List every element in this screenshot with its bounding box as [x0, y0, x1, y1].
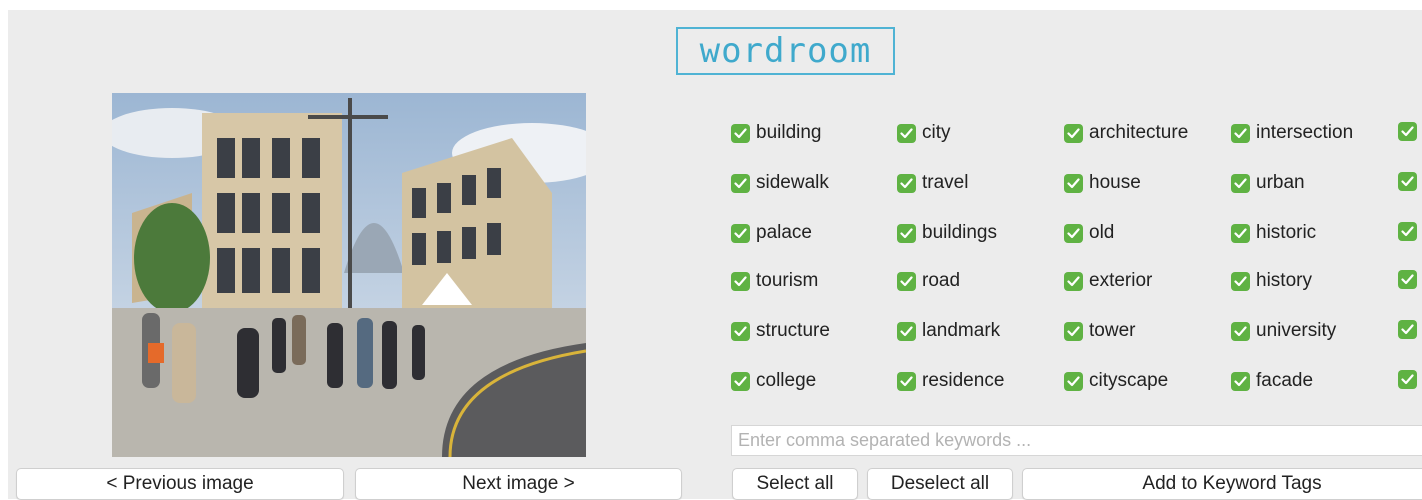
- checkmark-icon[interactable]: [1064, 371, 1083, 391]
- keyword-checkbox-item[interactable]: [1398, 320, 1422, 339]
- keyword-label: road: [922, 270, 961, 291]
- keyword-checkbox-item[interactable]: [1398, 122, 1422, 141]
- keyword-label: building: [756, 122, 822, 143]
- keyword-label: palace: [756, 222, 812, 243]
- checkmark-icon[interactable]: [1231, 123, 1250, 143]
- checkmark-icon[interactable]: [1231, 173, 1250, 193]
- keyword-checkbox-item[interactable]: architecture: [1064, 122, 1188, 144]
- keyword-checkbox-item[interactable]: facade: [1231, 370, 1313, 392]
- checkmark-icon[interactable]: [897, 371, 916, 391]
- deselect-all-button[interactable]: Deselect all: [867, 468, 1013, 500]
- keyword-label: university: [1256, 320, 1337, 341]
- keyword-checkbox-item[interactable]: intersection: [1231, 122, 1353, 144]
- keyword-checkbox-item[interactable]: history: [1231, 270, 1312, 292]
- keyword-checkbox-item[interactable]: buildings: [897, 222, 997, 244]
- checkmark-icon[interactable]: [1064, 321, 1083, 341]
- keyword-label: sidewalk: [756, 172, 829, 193]
- checkmark-icon[interactable]: [1398, 122, 1417, 141]
- keyword-label: urban: [1256, 172, 1305, 193]
- checkmark-icon[interactable]: [1398, 172, 1417, 191]
- keyword-checkbox-item[interactable]: exterior: [1064, 270, 1152, 292]
- previous-image-button[interactable]: < Previous image: [16, 468, 344, 500]
- checkmark-icon[interactable]: [1398, 320, 1417, 339]
- keyword-label: landmark: [922, 320, 1001, 341]
- keyword-label: college: [756, 370, 817, 391]
- keyword-label: house: [1089, 172, 1141, 193]
- keyword-checkbox-item[interactable]: road: [897, 270, 960, 292]
- keyword-checkbox-item[interactable]: palace: [731, 222, 812, 244]
- keyword-checkbox-item[interactable]: urban: [1231, 172, 1305, 194]
- keyword-label: historic: [1256, 222, 1317, 243]
- add-to-keyword-tags-button[interactable]: Add to Keyword Tags: [1022, 468, 1422, 500]
- checkmark-icon[interactable]: [897, 271, 916, 291]
- checkmark-icon[interactable]: [897, 173, 916, 193]
- keyword-checkbox-item[interactable]: travel: [897, 172, 968, 194]
- keyword-checkbox-item[interactable]: building: [731, 122, 822, 144]
- keywords-input[interactable]: [731, 425, 1422, 456]
- select-all-button[interactable]: Select all: [732, 468, 858, 500]
- keyword-checkbox-item[interactable]: cityscape: [1064, 370, 1168, 392]
- checkmark-icon[interactable]: [1064, 123, 1083, 143]
- keyword-label: cityscape: [1089, 370, 1169, 391]
- keyword-label: city: [922, 122, 951, 143]
- keyword-label: travel: [922, 172, 969, 193]
- keyword-checkbox-item[interactable]: structure: [731, 320, 830, 342]
- keyword-checkbox-item[interactable]: landmark: [897, 320, 1000, 342]
- keyword-label: exterior: [1089, 270, 1153, 291]
- keyword-label: facade: [1256, 370, 1314, 391]
- keyword-checkbox-item[interactable]: city: [897, 122, 951, 144]
- keyword-checkbox-item[interactable]: [1398, 172, 1422, 191]
- checkmark-icon[interactable]: [731, 321, 750, 341]
- checkmark-icon[interactable]: [1064, 223, 1083, 243]
- keyword-label: intersection: [1256, 122, 1354, 143]
- keyword-checkbox-item[interactable]: residence: [897, 370, 1004, 392]
- keyword-checkbox-item[interactable]: [1398, 270, 1422, 289]
- keyword-label: structure: [756, 320, 830, 341]
- current-image: [112, 93, 586, 457]
- keyword-checkbox-item[interactable]: historic: [1231, 222, 1316, 244]
- checkmark-icon[interactable]: [1398, 370, 1417, 389]
- keyword-label: residence: [922, 370, 1005, 391]
- keyword-checkbox-item[interactable]: college: [731, 370, 816, 392]
- keyword-checkbox-item[interactable]: sidewalk: [731, 172, 829, 194]
- checkmark-icon[interactable]: [731, 123, 750, 143]
- checkmark-icon[interactable]: [1064, 271, 1083, 291]
- app-logo: wordroom: [676, 27, 895, 75]
- keyword-checkbox-item[interactable]: [1398, 222, 1422, 241]
- checkmark-icon[interactable]: [731, 173, 750, 193]
- keyword-checkbox-item[interactable]: tourism: [731, 270, 818, 292]
- keyword-checkbox-item[interactable]: tower: [1064, 320, 1135, 342]
- keyword-checkbox-item[interactable]: house: [1064, 172, 1141, 194]
- keyword-label: architecture: [1089, 122, 1189, 143]
- keyword-label: history: [1256, 270, 1312, 291]
- keyword-checkbox-item[interactable]: university: [1231, 320, 1336, 342]
- checkmark-icon[interactable]: [731, 223, 750, 243]
- keyword-checkbox-item[interactable]: [1398, 370, 1422, 389]
- checkmark-icon[interactable]: [897, 123, 916, 143]
- checkmark-icon[interactable]: [731, 371, 750, 391]
- checkmark-icon[interactable]: [1231, 321, 1250, 341]
- keyword-label: tourism: [756, 270, 819, 291]
- checkmark-icon[interactable]: [1064, 173, 1083, 193]
- checkmark-icon[interactable]: [731, 271, 750, 291]
- keyword-checkbox-item[interactable]: old: [1064, 222, 1114, 244]
- keyword-label: tower: [1089, 320, 1136, 341]
- next-image-button[interactable]: Next image >: [355, 468, 682, 500]
- keyword-label: buildings: [922, 222, 997, 243]
- checkmark-icon[interactable]: [1398, 270, 1417, 289]
- checkmark-icon[interactable]: [1231, 371, 1250, 391]
- keyword-label: old: [1089, 222, 1115, 243]
- checkmark-icon[interactable]: [1231, 223, 1250, 243]
- checkmark-icon[interactable]: [1398, 222, 1417, 241]
- checkmark-icon[interactable]: [1231, 271, 1250, 291]
- checkmark-icon[interactable]: [897, 321, 916, 341]
- checkmark-icon[interactable]: [897, 223, 916, 243]
